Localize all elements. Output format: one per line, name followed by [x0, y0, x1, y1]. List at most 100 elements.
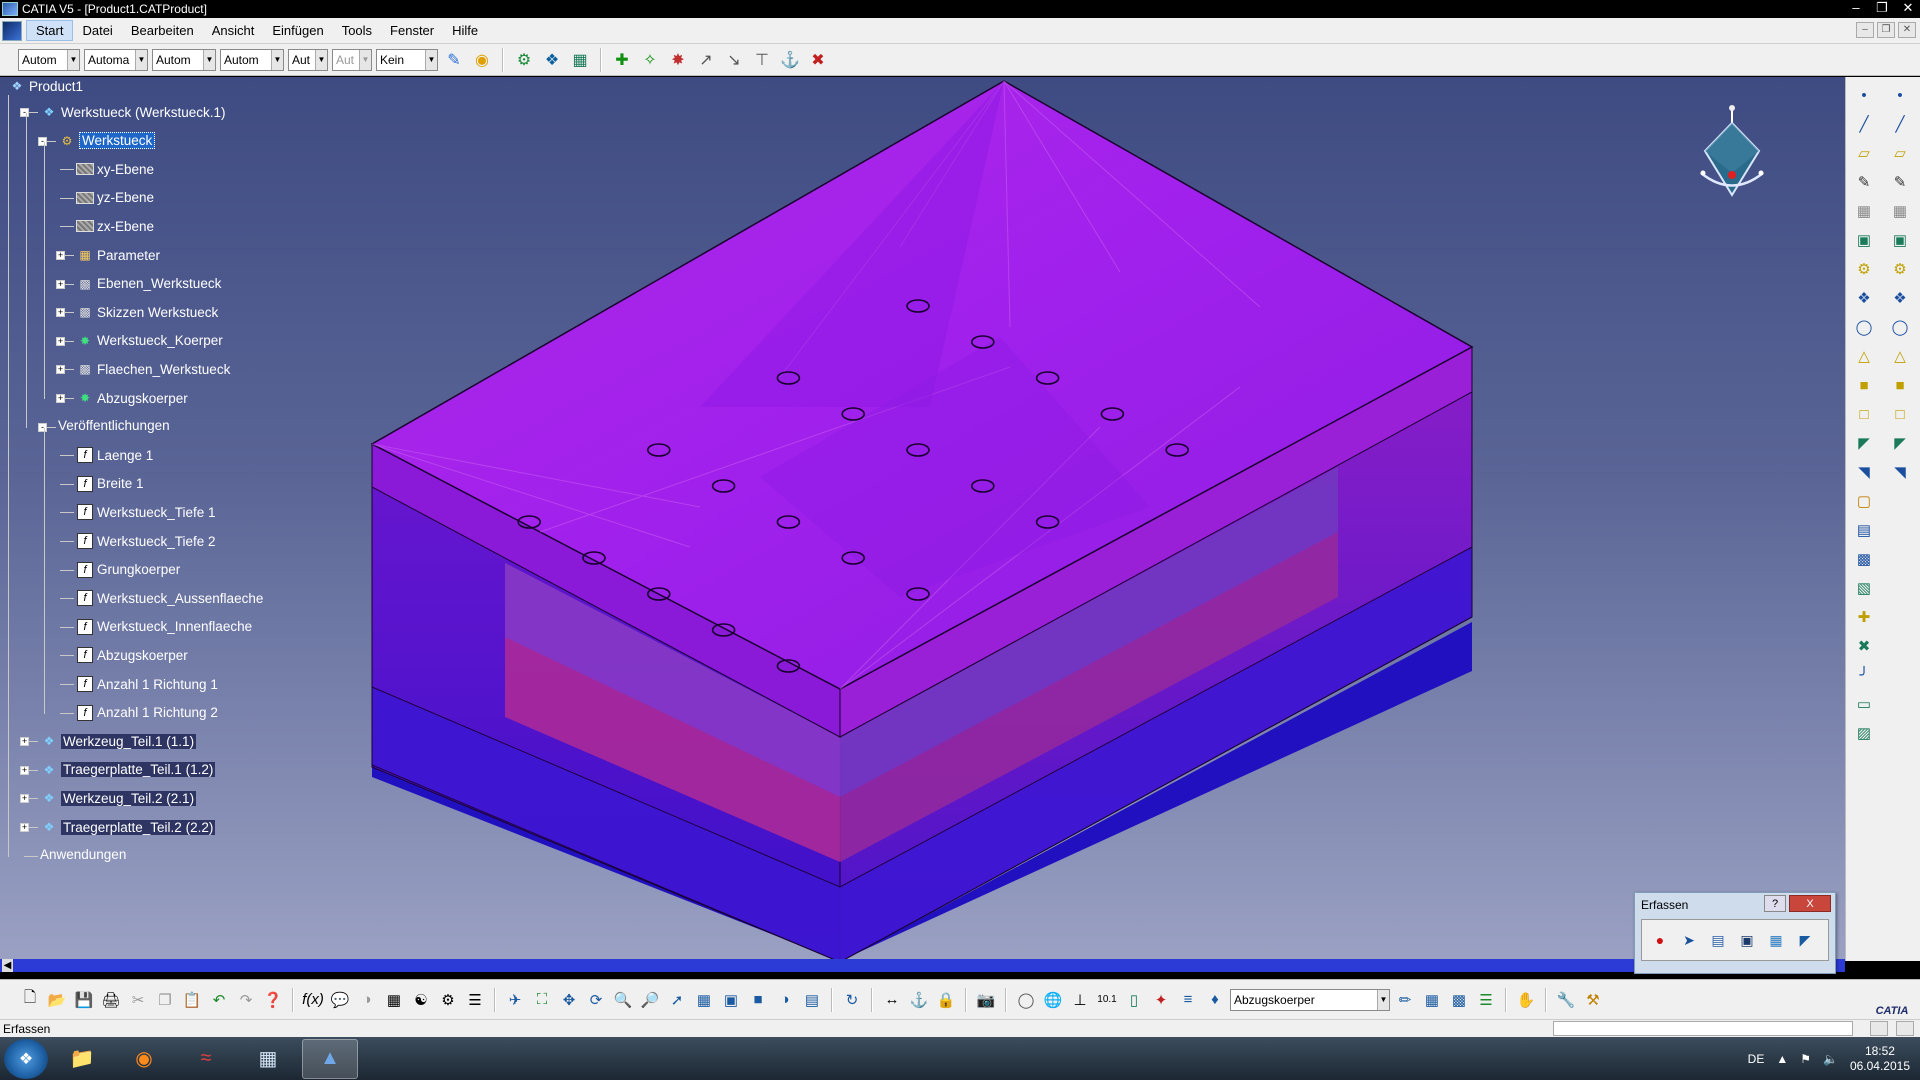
tree-node[interactable]: f Anzahl 1 Richtung 2 [76, 704, 218, 722]
tree-node[interactable]: Anwendungen [40, 847, 126, 862]
tree-node[interactable]: ❖ Traegerplatte_Teil.2 (2.2) [40, 818, 216, 836]
scale-icon[interactable]: ✚ [1852, 605, 1876, 629]
stiffener-icon[interactable]: △ [1888, 344, 1912, 368]
doc-close-icon[interactable]: ✕ [1898, 22, 1916, 38]
fix-icon[interactable]: ⚓ [907, 988, 931, 1012]
sketch-icon[interactable]: ✎ [1852, 170, 1876, 194]
graphic-properties-icon[interactable]: ◉ [470, 48, 494, 72]
catalog-icon[interactable]: ⚙ [512, 48, 536, 72]
hand-icon[interactable]: ✋ [1514, 988, 1538, 1012]
tree-node[interactable]: ✸ Werkstueck_Koerper [76, 332, 223, 350]
point-icon[interactable]: • [1852, 83, 1876, 107]
shell-icon[interactable]: ▢ [1852, 489, 1876, 513]
update-icon[interactable]: ↻ [840, 988, 864, 1012]
product-structure-icon[interactable]: ❖ [540, 48, 564, 72]
fly-mode-icon[interactable]: ✈ [503, 988, 527, 1012]
menu-ansicht[interactable]: Ansicht [203, 21, 264, 40]
tree-node[interactable]: f Werkstueck_Tiefe 1 [76, 503, 216, 521]
menu-hilfe[interactable]: Hilfe [443, 21, 487, 40]
boolean-icon[interactable]: ✖ [1852, 634, 1876, 658]
tree-node[interactable]: yz-Ebene [76, 189, 154, 207]
zoom-in-icon[interactable]: 🔍 [611, 988, 635, 1012]
stamp-icon[interactable]: ▣ [1888, 228, 1912, 252]
gear-icon[interactable]: • [1888, 83, 1912, 107]
multi-view-icon[interactable]: ▦ [692, 988, 716, 1012]
text-icon[interactable]: ✎ [1888, 170, 1912, 194]
tree-node[interactable]: ❖ Werkstueck (Werkstueck.1) [40, 103, 226, 121]
tree-node[interactable]: ❖ Werkzeug_Teil.2 (2.1) [40, 789, 197, 807]
calculator-icon[interactable]: ▦ [240, 1039, 296, 1079]
distance-icon[interactable]: ↘ [722, 48, 746, 72]
tree-node[interactable]: ▩ Flaechen_Werkstueck [76, 360, 230, 378]
menu-fenster[interactable]: Fenster [381, 21, 443, 40]
tree-node[interactable]: f Laenge 1 [76, 446, 153, 464]
collapse-icon[interactable]: - [38, 136, 47, 146]
expand-icon[interactable]: + [56, 279, 65, 289]
close-icon[interactable]: ✕ [1900, 0, 1916, 16]
tree-node[interactable]: f Breite 1 [76, 475, 144, 493]
clash-icon[interactable]: ↗ [694, 48, 718, 72]
tree-node[interactable]: ▦ Parameter [76, 246, 160, 264]
line-thickness-combo[interactable]: Autom ▼ [152, 48, 216, 71]
rib-icon[interactable]: △ [1852, 344, 1876, 368]
3d-viewport[interactable]: ❖ Product1 ❖ Werkstueck (Werkstueck.1) - ⚙ Wer… [0, 77, 1845, 961]
print-icon[interactable]: 🖨 [99, 988, 123, 1012]
knowledge-icon[interactable]: ▦ [1852, 199, 1876, 223]
line-icon[interactable]: ╱ [1852, 112, 1876, 136]
tree-node[interactable]: f Werkstueck_Aussenflaeche [76, 589, 263, 607]
cut-icon[interactable]: ✂ [126, 988, 150, 1012]
tree-node[interactable]: ❖ Traegerplatte_Teil.1 (1.2) [40, 761, 216, 779]
doc-restore-icon[interactable]: ❐ [1877, 22, 1895, 38]
constraint-icon[interactable]: ⚓ [778, 48, 802, 72]
tree-node[interactable]: f Werkstueck_Innenflaeche [76, 618, 252, 636]
expand-icon[interactable]: + [56, 308, 65, 318]
tree-node[interactable]: ▩ Skizzen Werkstueck [76, 303, 218, 321]
menu-tools[interactable]: Tools [333, 21, 381, 40]
select-icon[interactable]: ➤ [1677, 928, 1701, 952]
comment-icon[interactable]: 💬 [328, 988, 352, 1012]
expand-icon[interactable]: + [20, 823, 29, 832]
paint-brush-icon[interactable]: ✎ [442, 48, 466, 72]
tree-node[interactable]: f Anzahl 1 Richtung 1 [76, 675, 218, 693]
expand-icon[interactable]: + [56, 336, 65, 346]
language-indicator[interactable]: DE [1748, 1052, 1765, 1066]
close-surface-icon[interactable]: ▨ [1852, 721, 1876, 745]
menu-einfuegen[interactable]: Einfügen [263, 21, 332, 40]
tools-icon[interactable]: ⚒ [1581, 988, 1605, 1012]
annotation-icon[interactable]: ▦ [1888, 199, 1912, 223]
axis-icon[interactable]: ◥ [1888, 460, 1912, 484]
measure-icon[interactable]: ⚙ [436, 988, 460, 1012]
explode-icon[interactable]: ✸ [666, 48, 690, 72]
catia-icon[interactable]: ▲ [302, 1038, 358, 1079]
compass-icon[interactable] [1687, 103, 1777, 203]
capture-options-icon[interactable]: ▤ [1706, 928, 1730, 952]
firefox-icon[interactable]: ◉ [116, 1039, 172, 1079]
reorder-icon[interactable]: ☰ [463, 988, 487, 1012]
split-icon[interactable]: ╯ [1852, 663, 1876, 687]
expand-icon[interactable]: + [20, 765, 29, 775]
tree-node[interactable]: f Grungkoerper [76, 561, 180, 579]
menu-datei[interactable]: Datei [73, 21, 121, 40]
axis-system-icon[interactable]: ⊥ [1068, 988, 1092, 1012]
tree-node[interactable]: ▩ Ebenen_Werkstueck [76, 275, 221, 293]
network-icon[interactable]: ≈ [178, 1039, 234, 1079]
groove-icon[interactable]: ◯ [1888, 315, 1912, 339]
iso-view-icon[interactable]: ▣ [719, 988, 743, 1012]
fit-all-icon[interactable]: ⛶ [530, 988, 554, 1012]
sphere-icon[interactable]: ◯ [1014, 988, 1038, 1012]
tree-node[interactable]: Veröffentlichungen [58, 418, 170, 433]
restore-icon[interactable]: ❐ [1874, 0, 1890, 16]
shaft-icon[interactable]: ❖ [1888, 286, 1912, 310]
map-icon[interactable]: ▦ [1420, 988, 1444, 1012]
explorer-icon[interactable]: 📁 [54, 1039, 110, 1079]
tree-node[interactable]: f Abzugskoerper [76, 646, 188, 664]
menu-start[interactable]: Start [26, 20, 74, 41]
sketch-icon[interactable]: ✏ [1393, 988, 1417, 1012]
minimize-icon[interactable]: – [1848, 0, 1864, 16]
image-icon[interactable]: ▦ [1764, 928, 1788, 952]
paste-icon[interactable]: 📋 [180, 988, 204, 1012]
cylinder-icon[interactable]: ▯ [1122, 988, 1146, 1012]
edge-fillet-icon[interactable]: ◤ [1852, 431, 1876, 455]
tree-node[interactable]: ❖ Werkzeug_Teil.1 (1.1) [40, 732, 197, 750]
swap-space-icon[interactable]: ▤ [800, 988, 824, 1012]
